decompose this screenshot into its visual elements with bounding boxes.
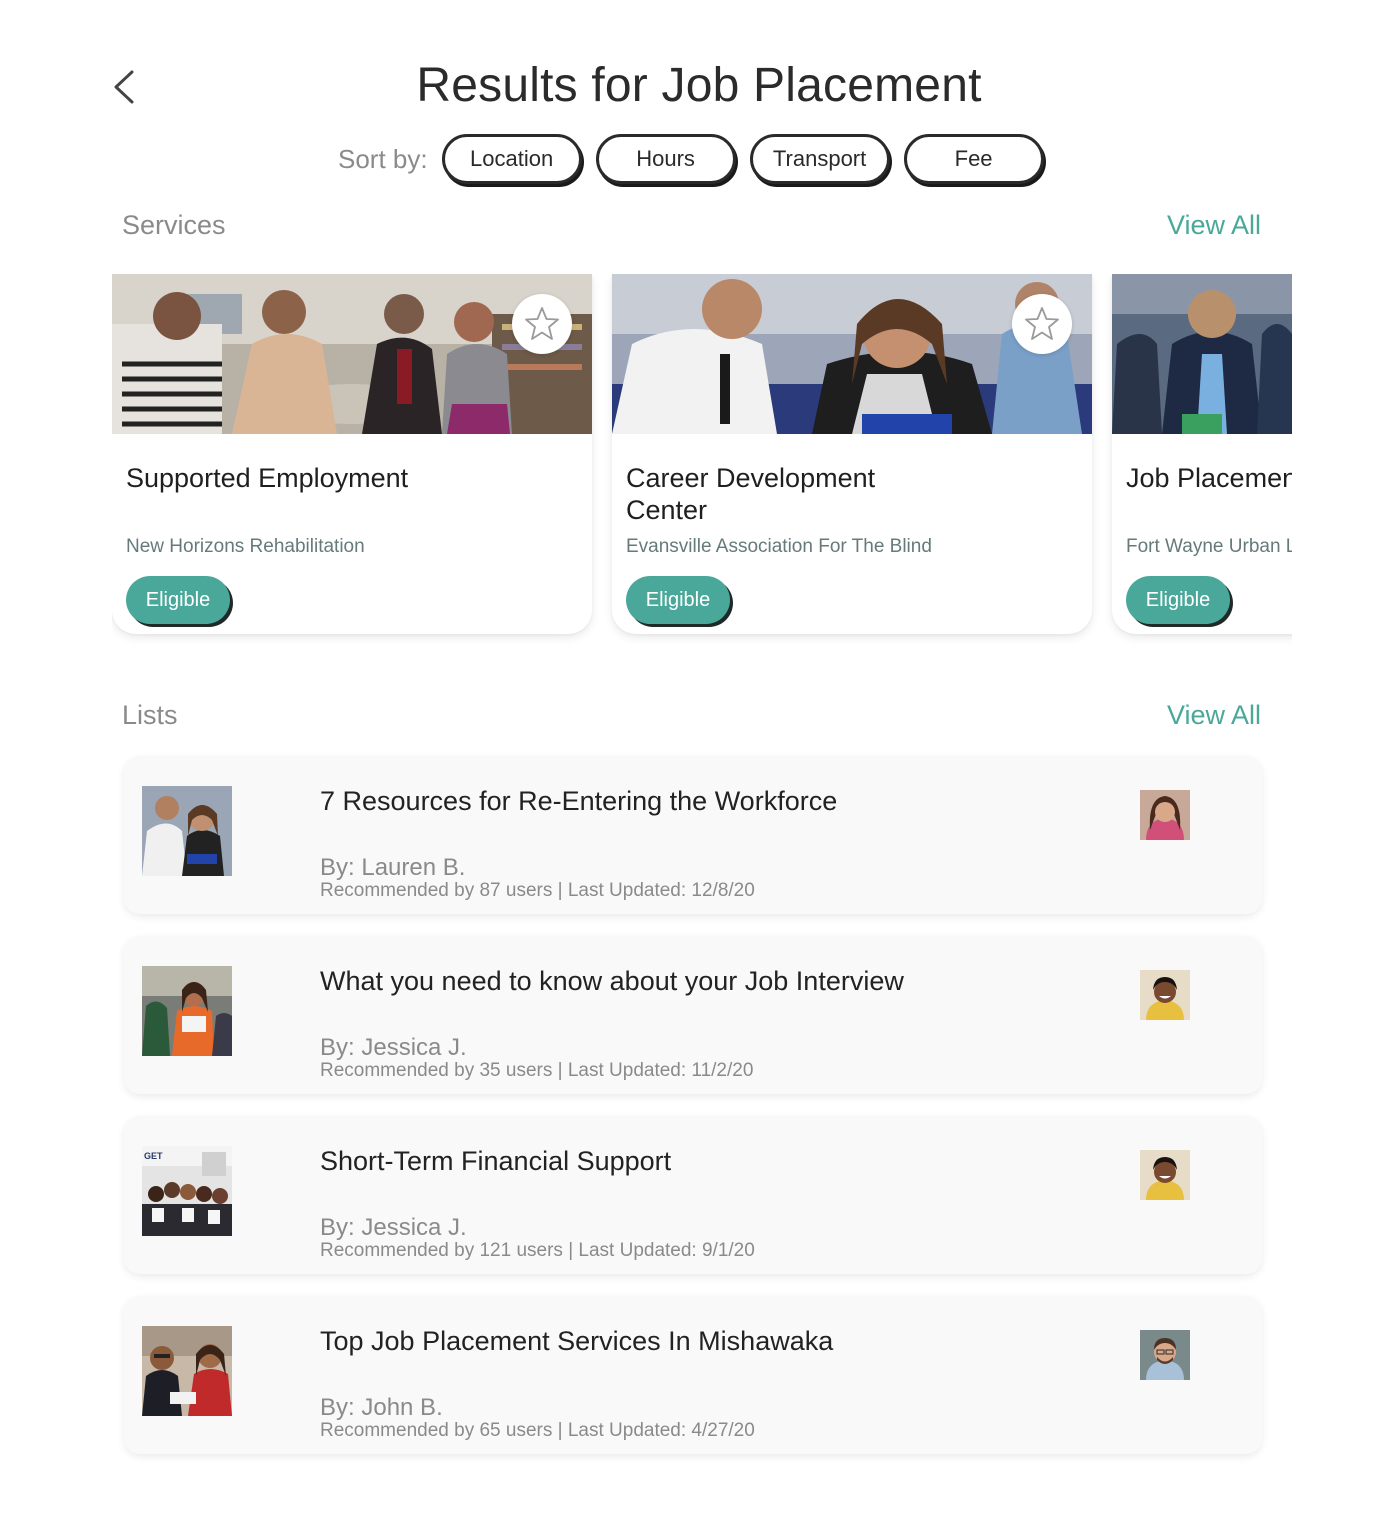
list-meta: Recommended by 35 users | Last Updated: … — [320, 1060, 754, 1081]
list-meta: Recommended by 87 users | Last Updated: … — [320, 880, 755, 901]
service-provider: Evansville Association For The Blind — [626, 536, 932, 557]
list-item[interactable]: Top Job Placement Services In Mishawaka … — [124, 1296, 1262, 1454]
service-title: Supported Employment — [126, 463, 409, 493]
author-avatar — [1140, 1150, 1190, 1200]
list-title: What you need to know about your Job Int… — [320, 966, 904, 996]
service-provider: New Horizons Rehabilitation — [126, 536, 365, 557]
sort-fee-button[interactable]: Fee — [903, 134, 1044, 184]
service-photo — [1112, 274, 1292, 434]
lists-view-all-link[interactable]: View All — [1167, 700, 1261, 731]
list-title: Top Job Placement Services In Mishawaka — [320, 1326, 834, 1356]
favorite-button[interactable] — [512, 294, 572, 354]
list-item[interactable]: What you need to know about your Job Int… — [124, 936, 1262, 1094]
eligible-badge[interactable]: Eligible — [126, 576, 230, 624]
author-avatar — [1140, 790, 1190, 840]
sort-location-button[interactable]: Location — [441, 134, 582, 184]
service-photo — [112, 274, 592, 434]
list-author: By: Jessica J. — [320, 1214, 467, 1241]
services-carousel[interactable]: Supported Employment New Horizons Rehabi… — [112, 274, 1292, 654]
list-meta: Recommended by 121 users | Last Updated:… — [320, 1240, 755, 1261]
list-title: Short-Term Financial Support — [320, 1146, 672, 1176]
list-thumbnail — [142, 786, 232, 876]
list-thumbnail — [142, 1326, 232, 1416]
star-outline-icon — [1025, 307, 1059, 340]
sort-label: Sort by: — [338, 143, 428, 174]
services-view-all-link[interactable]: View All — [1167, 210, 1261, 241]
author-avatar — [1140, 970, 1190, 1020]
list-author: By: Lauren B. — [320, 854, 466, 881]
list-item[interactable]: 7 Resources for Re-Entering the Workforc… — [124, 756, 1262, 914]
service-provider: Fort Wayne Urban League — [1126, 536, 1292, 557]
sort-bar: Sort by: Location Hours Transport Fee — [338, 133, 1058, 185]
list-meta: Recommended by 65 users | Last Updated: … — [320, 1420, 755, 1441]
list-author: By: John B. — [320, 1394, 443, 1421]
sort-hours-button[interactable]: Hours — [595, 134, 736, 184]
service-photo — [612, 274, 1092, 434]
service-title: Job Placement — [1126, 463, 1292, 493]
eligible-badge[interactable]: Eligible — [626, 576, 730, 624]
service-card[interactable]: Career Development Center Evansville Ass… — [612, 274, 1092, 634]
list-thumbnail: GET — [142, 1146, 232, 1236]
list-thumbnail — [142, 966, 232, 1056]
sort-transport-button[interactable]: Transport — [749, 134, 890, 184]
service-card[interactable]: Job Placement Fort Wayne Urban League El… — [1112, 274, 1292, 634]
page-title: Results for Job Placement — [416, 59, 982, 112]
lists-heading: Lists — [122, 700, 178, 730]
list-author: By: Jessica J. — [320, 1034, 467, 1061]
eligible-badge[interactable]: Eligible — [1126, 576, 1230, 624]
star-outline-icon — [525, 307, 559, 340]
list-title: 7 Resources for Re-Entering the Workforc… — [320, 786, 838, 816]
services-heading: Services — [122, 210, 226, 240]
author-avatar — [1140, 1330, 1190, 1380]
list-item[interactable]: GET Short-Term Financial Support By: Jes… — [124, 1116, 1262, 1274]
service-card[interactable]: Supported Employment New Horizons Rehabi… — [112, 274, 592, 634]
favorite-button[interactable] — [1012, 294, 1072, 354]
svg-text:GET: GET — [144, 1151, 163, 1161]
service-title: Career Development Center — [626, 463, 876, 525]
